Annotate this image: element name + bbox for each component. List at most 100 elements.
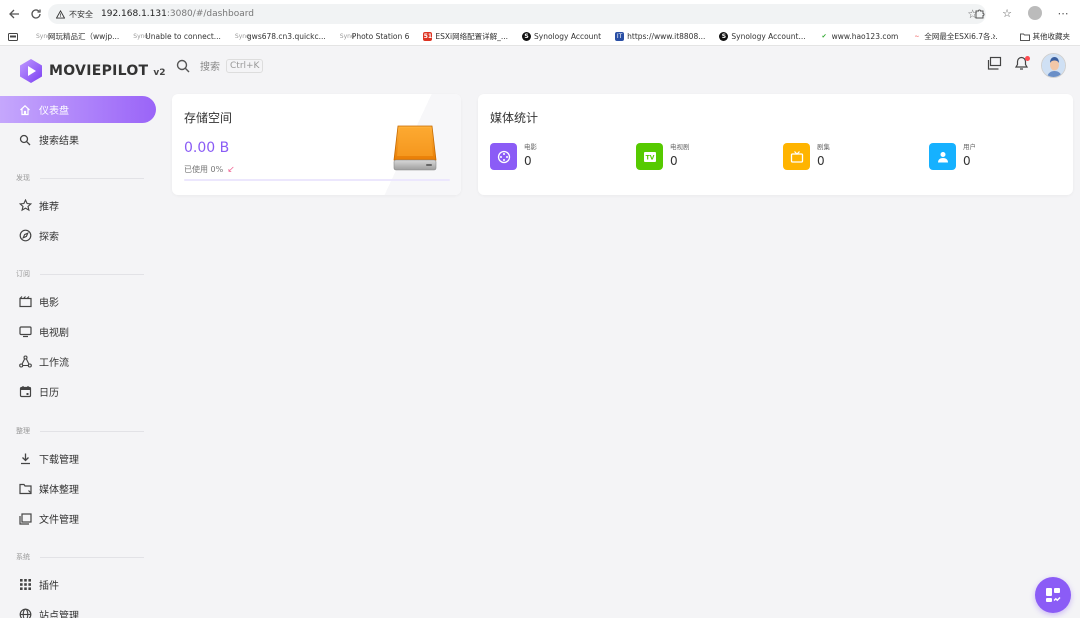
sidebar-item-plugins[interactable]: 插件 [4,571,156,598]
bookmark-item[interactable]: Syno gws678.cn3.quickc... [235,32,326,41]
stat-value: 0 [670,154,678,168]
stat-tv[interactable]: TV 电视剧 0 [636,143,690,170]
moviepilot-logo-icon [20,59,42,83]
customize-layout-button[interactable] [1035,577,1071,613]
bookmark-item[interactable]: S Synology Account [522,32,601,41]
synology-icon: Syno [133,33,149,40]
sidebar-item-label: 文件管理 [39,515,79,526]
windows-icon[interactable] [987,56,1002,75]
storage-used: 已使用 0% ↙ [184,164,235,175]
tv-badge-icon: TV [636,143,663,170]
url-host: 192.168.1.131 [101,9,167,19]
bookmark-item[interactable]: 51 ESXi网络配置详解_... [423,31,508,42]
security-warning[interactable]: 不安全 [69,9,93,20]
tab-actions-icon[interactable] [8,32,18,41]
sidebar-item-tv[interactable]: 电视剧 [4,318,156,345]
search-icon [18,133,32,147]
user-icon [929,143,956,170]
episode-icon [783,143,810,170]
chevron-right-icon[interactable]: › [992,31,996,42]
stat-movies[interactable]: 电影 0 [490,143,537,170]
sidebar-item-label: 工作流 [39,358,69,369]
s-logo-icon: S [522,32,532,41]
workflow-icon [18,355,32,369]
favorites-icon[interactable]: ☆ [998,4,1016,22]
avatar[interactable] [1041,53,1066,78]
global-search[interactable]: 搜索 Ctrl+K [176,58,264,73]
sidebar-item-calendar[interactable]: 日历 [4,378,156,405]
bookmark-item[interactable]: ∼ 全网最全ESXi6.7各... [912,31,997,42]
warning-icon [56,9,65,19]
grid-icon [18,578,32,592]
synology-icon: Syno [339,33,355,40]
bookmark-item[interactable]: Syno Unable to connect... [133,32,221,41]
search-shortcut: Ctrl+K [226,58,264,73]
sidebar-item-label: 站点管理 [39,611,79,618]
back-button[interactable] [2,2,26,26]
sidebar-item-workflow[interactable]: 工作流 [4,348,156,375]
bookmark-item[interactable]: S Synology Account... [719,32,806,41]
hao123-icon: ✔ [821,33,827,40]
tv-icon [18,325,32,339]
sidebar-item-file-manager[interactable]: 文件管理 [4,505,156,532]
browser-actions: ☆ ⋯ [970,4,1072,22]
star-icon [18,199,32,213]
reload-button[interactable] [24,2,48,26]
sidebar-item-label: 电视剧 [39,328,69,339]
browser-toolbar: 不安全 192.168.1.131:3080/#/dashboard ☆ ☆ ⋯ [0,0,1080,28]
extensions-icon[interactable] [970,4,988,22]
sidebar-item-label: 下载管理 [39,455,79,466]
files-icon [18,512,32,526]
sidebar-item-label: 推荐 [39,202,59,213]
dashboard-layout-icon [1046,588,1061,602]
sidebar-item-label: 搜索结果 [39,136,79,147]
synology-icon: Syno [36,33,51,40]
media-stats-title: 媒体统计 [490,111,539,125]
sidebar-item-label: 媒体整理 [39,485,79,496]
notification-bell-icon[interactable] [1014,56,1030,75]
bookmark-item[interactable]: ✔ www.hao123.com [820,32,899,41]
sidebar-item-movies[interactable]: 电影 [4,288,156,315]
stat-label: 用户 [963,143,976,151]
sidebar-item-explore[interactable]: 探索 [4,222,156,249]
s-logo-icon: S [719,32,729,41]
bookmarks-folder[interactable]: 其他收藏夹 [1019,31,1070,42]
storage-progress-bar [184,179,450,181]
globe-icon [18,608,32,618]
sidebar-item-recommend[interactable]: 推荐 [4,192,156,219]
storage-title: 存储空间 [184,111,233,125]
search-icon [176,59,190,72]
user-avatar-image [1042,54,1065,77]
more-menu-icon[interactable]: ⋯ [1054,4,1072,22]
stat-users[interactable]: 用户 0 [929,143,976,170]
sidebar: MOVIEPILOT v2 仪表盘 搜索结果 发现 推荐 探索 订阅 电影 电视… [0,47,166,618]
bookmark-item[interactable]: Syno Photo Station 6 [340,32,410,41]
section-header-discover: 发现 [16,173,144,183]
section-header-system: 系统 [16,552,144,562]
logo[interactable]: MOVIEPILOT v2 [18,58,166,84]
address-bar[interactable]: 不安全 192.168.1.131:3080/#/dashboard ☆ [48,4,986,24]
51cto-icon: 51 [423,32,433,41]
sidebar-item-downloads[interactable]: 下载管理 [4,445,156,472]
stat-episodes[interactable]: 剧集 0 [783,143,830,170]
film-reel-icon [490,143,517,170]
svg-text:TV: TV [645,154,654,161]
folder-icon [1019,33,1030,41]
sidebar-item-dashboard[interactable]: 仪表盘 [0,96,156,123]
bookmark-item[interactable]: Syno 网玩精品汇（wwjp... [36,31,119,42]
media-stats-card: 媒体统计 电影 0 TV 电视剧 0 剧集 0 用户 0 [478,94,1073,195]
sidebar-item-label: 仪表盘 [39,106,69,117]
sidebar-item-sites[interactable]: 站点管理 [4,601,156,618]
storage-value: 0.00 B [184,140,230,156]
sidebar-item-label: 电影 [39,298,59,309]
profile-avatar[interactable] [1026,4,1044,22]
bookmark-item[interactable]: IT https://www.it8808... [615,32,705,41]
sidebar-item-search-results[interactable]: 搜索结果 [4,126,156,153]
stat-value: 0 [963,154,971,168]
stat-label: 剧集 [817,143,830,151]
hard-drive-icon [393,125,437,171]
notification-dot [1025,56,1030,61]
storage-card: 存储空间 0.00 B 已使用 0% ↙ [172,94,461,195]
sidebar-item-media-organize[interactable]: 媒体整理 [4,475,156,502]
calendar-icon [18,385,32,399]
